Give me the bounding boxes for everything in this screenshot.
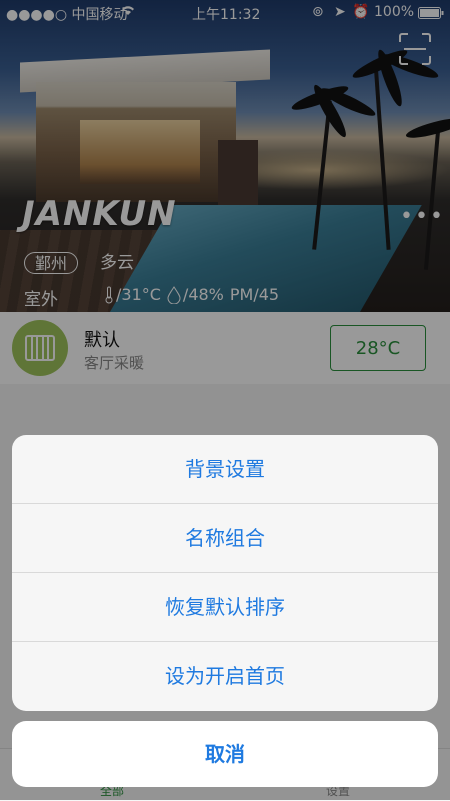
set-as-home-option[interactable]: 设为开启首页 bbox=[12, 642, 438, 711]
action-sheet: 背景设置 名称组合 恢复默认排序 设为开启首页 bbox=[12, 435, 438, 711]
restore-default-order-option[interactable]: 恢复默认排序 bbox=[12, 573, 438, 642]
background-settings-option[interactable]: 背景设置 bbox=[12, 435, 438, 504]
name-combination-option[interactable]: 名称组合 bbox=[12, 504, 438, 573]
cancel-button[interactable]: 取消 bbox=[12, 721, 438, 787]
